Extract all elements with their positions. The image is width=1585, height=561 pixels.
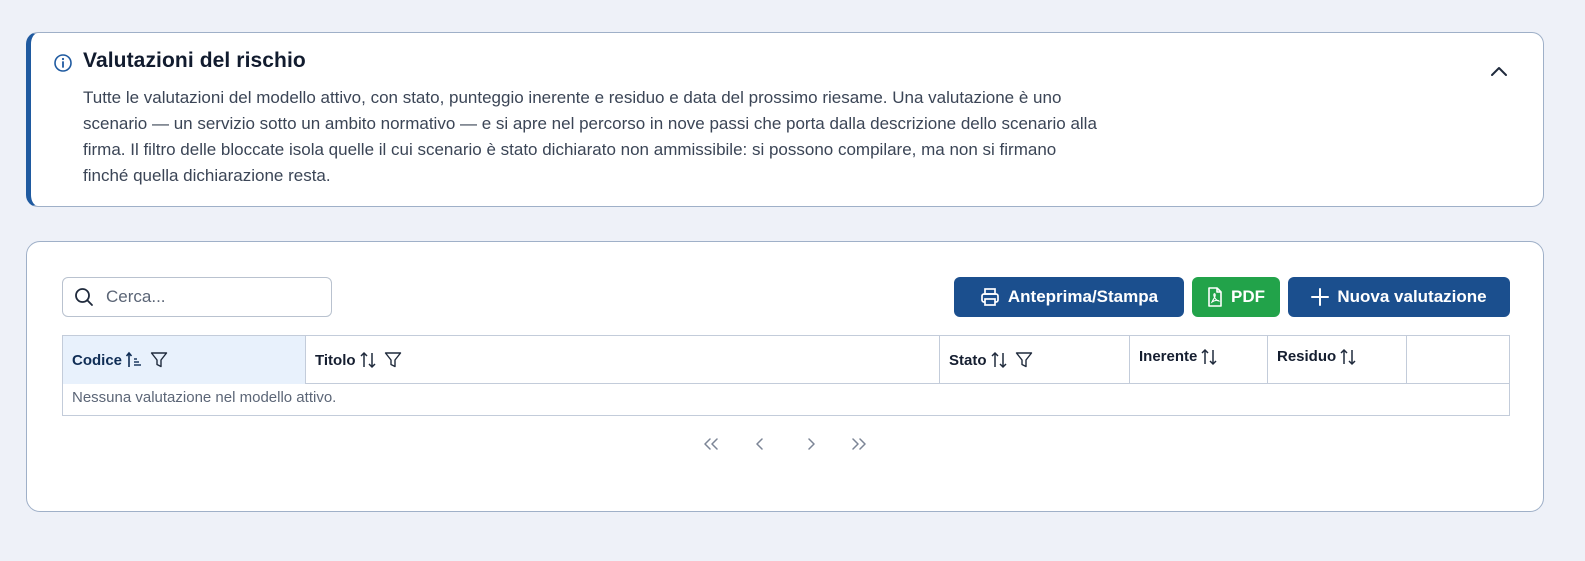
search-input[interactable] xyxy=(106,287,326,307)
assessments-list-panel: Anteprima/Stampa PDF Nuova valutazione C… xyxy=(26,241,1544,512)
info-panel: Valutazioni del rischio Tutte le valutaz… xyxy=(26,32,1544,207)
search-icon xyxy=(75,288,93,306)
column-label-titolo: Titolo xyxy=(315,351,356,369)
column-label-residuo: Residuo xyxy=(1277,348,1337,365)
print-preview-button[interactable]: Anteprima/Stampa xyxy=(954,277,1184,317)
info-description: Tutte le valutazioni del modello attivo,… xyxy=(83,88,1097,185)
first-page-button[interactable] xyxy=(699,432,723,456)
column-label-codice: Codice xyxy=(72,351,123,369)
new-assessment-label: Nuova valutazione xyxy=(1337,287,1487,306)
column-label-stato: Stato xyxy=(949,351,987,369)
next-page-button[interactable] xyxy=(799,432,823,456)
column-header-inerente[interactable]: Inerente xyxy=(1130,336,1268,384)
column-header-codice[interactable]: Codice xyxy=(63,336,306,384)
double-chevron-left-icon xyxy=(704,438,718,450)
column-header-titolo[interactable]: Titolo xyxy=(306,336,940,384)
column-label-inerente: Inerente xyxy=(1139,348,1198,365)
print-preview-label: Anteprima/Stampa xyxy=(1007,287,1159,306)
chevron-right-icon xyxy=(808,438,815,450)
sort-ascending-icon[interactable] xyxy=(126,351,142,369)
column-header-residuo[interactable]: Residuo xyxy=(1268,336,1407,384)
last-page-button[interactable] xyxy=(847,432,871,456)
plus-icon xyxy=(1311,288,1330,306)
sort-icon[interactable] xyxy=(360,351,376,369)
table-header: Codice Titolo Stato Inerente Residuo xyxy=(63,336,1509,384)
sort-icon[interactable] xyxy=(1201,348,1217,366)
sort-icon[interactable] xyxy=(1340,348,1356,366)
filter-icon[interactable] xyxy=(384,351,402,369)
filter-icon[interactable] xyxy=(150,351,168,369)
empty-table-message: Nessuna valutazione nel modello attivo. xyxy=(72,389,337,406)
search-box[interactable] xyxy=(62,277,332,317)
chevron-left-icon xyxy=(756,438,763,450)
column-header-actions xyxy=(1407,336,1511,384)
pdf-label: PDF xyxy=(1231,287,1265,306)
filter-icon[interactable] xyxy=(1015,351,1033,369)
pagination xyxy=(27,432,1543,456)
info-title: Valutazioni del rischio xyxy=(83,49,306,72)
collapse-button[interactable] xyxy=(1485,59,1513,83)
chevron-up-icon xyxy=(1491,67,1507,76)
previous-page-button[interactable] xyxy=(748,432,772,456)
column-header-stato[interactable]: Stato xyxy=(940,336,1130,384)
new-assessment-button[interactable]: Nuova valutazione xyxy=(1288,277,1510,317)
pdf-file-icon xyxy=(1208,287,1222,307)
double-chevron-right-icon xyxy=(852,438,866,450)
pdf-button[interactable]: PDF xyxy=(1192,277,1280,317)
sort-icon[interactable] xyxy=(990,351,1007,369)
info-circle-icon xyxy=(54,54,72,72)
assessments-table: Codice Titolo Stato Inerente Residuo Nes… xyxy=(62,335,1510,416)
printer-icon xyxy=(981,288,999,306)
